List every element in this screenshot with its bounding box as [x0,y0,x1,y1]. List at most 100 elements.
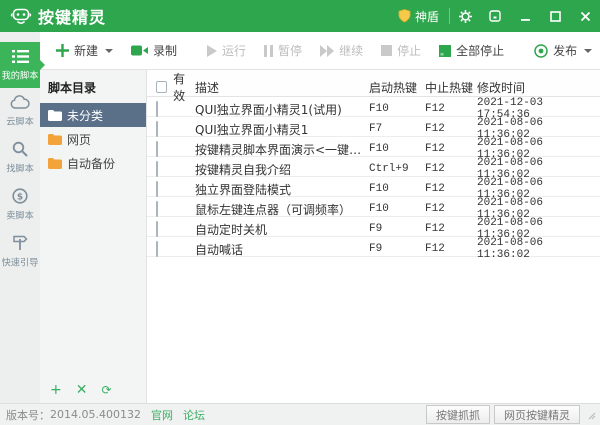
sidebar-item-label: 找脚本 [6,164,34,175]
continue-button[interactable]: 继续 [312,38,371,63]
row-start-hotkey: F7 [369,123,383,135]
pause-icon [264,44,274,57]
row-valid-cell [147,141,195,157]
header-valid: 有效 [147,70,195,104]
refresh-icon[interactable]: ⟳ [101,384,111,396]
folder-item-auto-backup[interactable]: 自动备份 [40,151,146,175]
script-directory-panel: 脚本目录 未分类 网页 自动备份 + ✕ ⟳ [40,70,147,403]
titlebar: 按键精灵 神盾 [0,0,600,32]
web-anjian-button[interactable]: 网页按键精灵 [494,405,580,424]
fast-forward-icon [320,44,335,57]
record-button-label: 录制 [153,44,178,58]
publish-button-label: 发布 [553,44,578,58]
row-valid-cell [147,101,195,117]
table-row[interactable]: QUI独立界面小精灵1 F7 F12 2021-08-06 11:36:02 [147,117,600,141]
row-checkbox[interactable] [156,161,158,177]
settings-gear-icon[interactable] [450,0,480,32]
nav-sidebar: 我的脚本 云脚本 找脚本 $ 卖脚本 快速引导 [0,32,45,403]
minimize-to-tray-icon[interactable] [480,0,510,32]
minimize-icon[interactable] [510,0,540,32]
table-header: 有效 描述 启动热键 中止热键 修改时间 [147,70,600,103]
row-checkbox[interactable] [156,181,158,197]
sidebar-item-my-scripts[interactable]: 我的脚本 [0,42,45,88]
row-abort-hotkey: F12 [425,103,445,115]
script-table: 有效 描述 启动热键 中止热键 修改时间 QUI独立界面小精灵1(试用) F10… [147,70,600,403]
row-checkbox[interactable] [156,241,158,257]
folder-item-label: 自动备份 [67,156,116,171]
row-start-hotkey: F9 [369,223,383,235]
stop-all-icon [439,44,452,57]
stop-all-button-label: 全部停止 [456,44,505,58]
table-row[interactable]: 鼠标左键连点器（可调频率） F10 F12 2021-08-06 11:36:0… [147,197,600,221]
search-icon [12,141,28,157]
run-button[interactable]: 运行 [199,38,254,63]
row-checkbox[interactable] [156,121,158,137]
table-row[interactable]: QUI独立界面小精灵1(试用) F10 F12 2021-12-03 17:54… [147,97,600,121]
forum-link[interactable]: 论坛 [183,407,205,423]
row-valid-cell [147,121,195,137]
row-checkbox[interactable] [156,101,158,117]
version-label: 版本号： [6,408,50,422]
record-button[interactable]: 录制 [123,38,185,63]
resize-grip[interactable] [586,410,596,420]
folder-item-webpage[interactable]: 网页 [40,127,146,151]
chevron-down-icon [584,48,593,53]
sidebar-item-find-scripts[interactable]: 找脚本 [0,134,40,181]
table-row[interactable]: 按键精灵自我介绍 Ctrl+9 F12 2021-08-06 11:36:02 [147,157,600,181]
key-grabber-button[interactable]: 按键抓抓 [426,405,490,424]
sidebar-item-sell-scripts[interactable]: $ 卖脚本 [0,181,40,228]
shield-icon [398,9,411,23]
row-start-hotkey: F10 [369,183,389,195]
sidebar-item-label: 快速引导 [1,258,39,269]
body-row: 脚本目录 未分类 网页 自动备份 + ✕ ⟳ 有效 描述 启动热键 中止热键 修… [40,70,600,403]
row-description: QUI独立界面小精灵1 [195,122,309,137]
maximize-icon[interactable] [540,0,570,32]
row-valid-cell [147,221,195,237]
stop-all-button[interactable]: 全部停止 [431,38,512,63]
table-row[interactable]: 按键精灵脚本界面演示<一键启动> F10 F12 2021-08-06 11:3… [147,137,600,161]
folder-panel-actions: + ✕ ⟳ [40,379,146,401]
select-all-checkbox[interactable] [156,81,168,93]
row-checkbox[interactable] [156,201,158,217]
publish-button[interactable]: 发布 [526,38,600,63]
shield-badge[interactable]: 神盾 [388,0,449,32]
continue-button-label: 继续 [339,44,364,58]
add-folder-icon[interactable]: + [50,383,62,397]
stop-icon [381,45,393,56]
row-abort-hotkey: F12 [425,203,445,215]
table-row[interactable]: 自动喊话 F9 F12 2021-08-06 11:36:02 [147,237,600,261]
cloud-icon [10,95,30,110]
sidebar-item-quick-guide[interactable]: 快速引导 [0,228,40,275]
header-start-hotkey: 启动热键 [369,80,418,95]
header-abort-hotkey: 中止热键 [425,80,474,95]
plus-icon [56,44,69,57]
pause-button[interactable]: 暂停 [256,38,310,63]
statusbar: 版本号： 2014.05.400132 官网 论坛 按键抓抓 网页按键精灵 [0,403,600,425]
row-start-hotkey: F9 [369,243,383,255]
play-icon [207,44,218,57]
table-body: QUI独立界面小精灵1(试用) F10 F12 2021-12-03 17:54… [147,97,600,261]
close-icon[interactable] [570,0,600,32]
header-description: 描述 [195,80,220,95]
row-checkbox[interactable] [156,221,158,237]
sidebar-item-cloud-scripts[interactable]: 云脚本 [0,88,40,134]
row-abort-hotkey: F12 [425,123,445,135]
row-checkbox[interactable] [156,141,158,157]
status-links: 官网 论坛 [151,407,205,423]
row-description: QUI独立界面小精灵1(试用) [195,102,342,117]
row-abort-hotkey: F12 [425,243,445,255]
row-abort-hotkey: F12 [425,143,445,155]
delete-folder-icon[interactable]: ✕ [76,383,88,397]
robot-logo-icon [4,0,38,32]
official-site-link[interactable]: 官网 [151,407,173,423]
row-valid-cell [147,181,195,197]
table-row[interactable]: 独立界面登陆模式 F10 F12 2021-08-06 11:36:02 [147,177,600,201]
signpost-icon [12,235,28,251]
shield-badge-label: 神盾 [414,9,439,24]
run-button-label: 运行 [222,44,247,58]
new-button-label: 新建 [74,44,99,58]
folder-item-uncategorized[interactable]: 未分类 [40,103,146,127]
new-button[interactable]: 新建 [48,38,121,63]
stop-button[interactable]: 停止 [373,38,429,63]
table-row[interactable]: 自动定时关机 F9 F12 2021-08-06 11:36:02 [147,217,600,241]
